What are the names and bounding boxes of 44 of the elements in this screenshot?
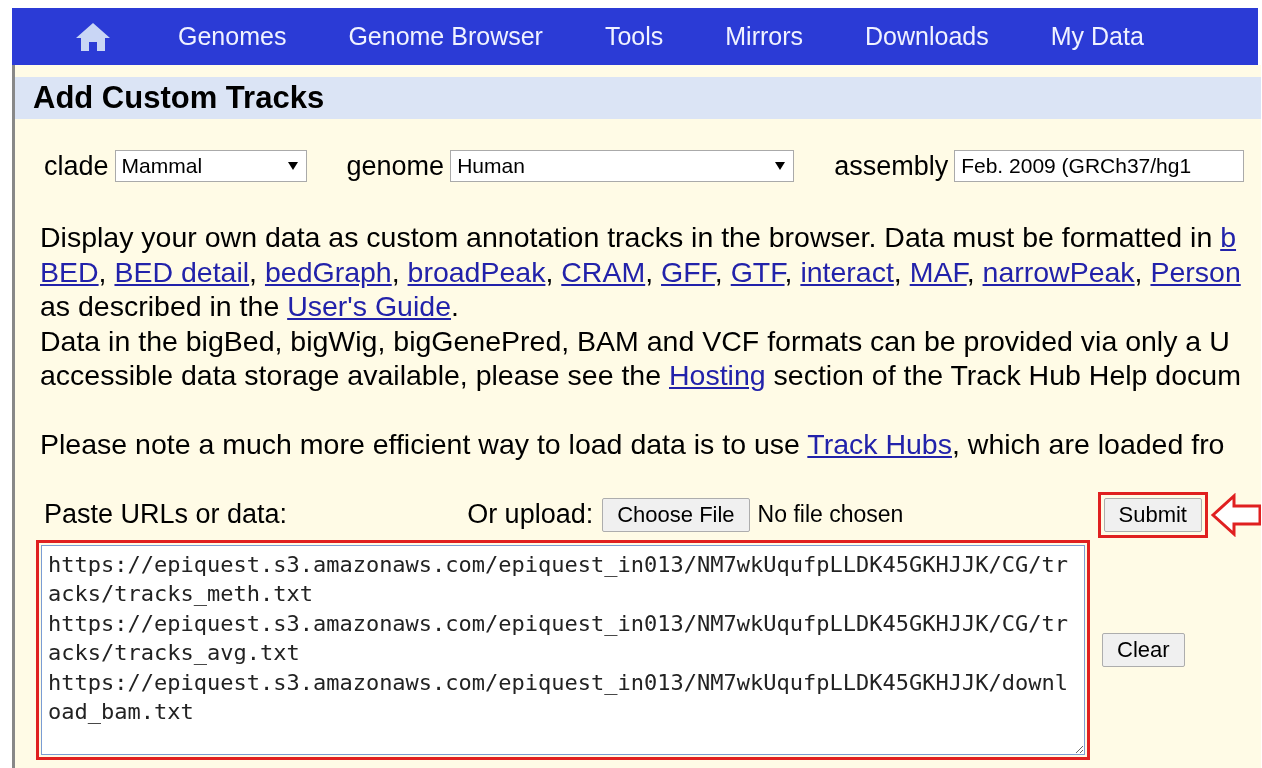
- submit-button[interactable]: Submit: [1103, 497, 1202, 532]
- link[interactable]: GFF: [661, 255, 715, 288]
- link[interactable]: b: [1220, 221, 1237, 253]
- selector-label: genome: [346, 150, 445, 182]
- selector-label: clade: [44, 150, 109, 182]
- nav-link[interactable]: Downloads: [865, 22, 989, 51]
- link[interactable]: BED detail: [114, 255, 250, 288]
- selector-label: assembly: [834, 150, 949, 182]
- link[interactable]: Person: [1150, 255, 1241, 288]
- link[interactable]: GTF: [730, 255, 785, 288]
- link[interactable]: narrowPeak: [982, 255, 1135, 288]
- caret-icon: [287, 162, 298, 170]
- page-title: Add Custom Tracks: [33, 80, 325, 116]
- home-icon[interactable]: [74, 20, 112, 53]
- nav-link[interactable]: Mirrors: [725, 22, 804, 51]
- nav-link[interactable]: Genomes: [178, 22, 287, 51]
- description-text: BED, BED detail, bedGraph, broadPeak, CRAM, GFF, GTF, interact, MAF, narrowPeak, Person: [40, 254, 1242, 289]
- nav-link[interactable]: My Data: [1050, 22, 1144, 51]
- description-text: as described in the User's Guide.: [40, 289, 460, 324]
- paste-label: Paste URLs or data:: [44, 499, 288, 530]
- description-text: Please note a much more efficient way to load data is to use Track Hubs, which are loaded fro: [40, 427, 1226, 462]
- link[interactable]: Hosting: [669, 359, 766, 391]
- caret-icon: [775, 162, 786, 170]
- link[interactable]: MAF: [909, 255, 967, 288]
- dropdown[interactable]: Mammal: [114, 150, 307, 182]
- file-status: No file chosen: [757, 501, 904, 528]
- link[interactable]: User's Guide: [287, 290, 451, 322]
- dropdown[interactable]: Feb. 2009 (GRCh37/hg1: [954, 150, 1245, 182]
- dropdown[interactable]: Human: [450, 150, 795, 182]
- nav-link[interactable]: Genome Browser: [348, 22, 543, 51]
- link[interactable]: bedGraph: [264, 255, 392, 288]
- link[interactable]: BED: [40, 255, 99, 288]
- upload-label: Or upload:: [467, 499, 594, 530]
- link[interactable]: CRAM: [561, 255, 646, 288]
- link[interactable]: Track Hubs: [807, 428, 952, 460]
- choose-file-button[interactable]: Choose File: [602, 497, 750, 532]
- description-text: Data in the bigBed, bigWig, bigGenePred, BAM and VCF formats can be provided via only a U: [40, 323, 1231, 358]
- description-text: accessible data storage available, please see the Hosting section of the Track Hub Help docum: [40, 358, 1242, 393]
- description-text: Display your own data as custom annotation tracks in the browser. Data must be formatted in b: [40, 220, 1238, 255]
- link[interactable]: interact: [800, 255, 894, 288]
- data-input-field[interactable]: https://epiquest.s3.amazonaws.com/epiquest_in013/NM7wkUqufpLLDK45GKHJJK/CG/tracks/tracks_meth.txt https://epiquest.s3.amazonaws.com/epiquest_in013/NM7wkUqufpLLDK45GKHJJK/CG/tracks/tracks_avg.txt https://epiquest.s3.amazonaws.com/epiquest_in013/NM7wkUqufpLLDK45GKHJJK/download_bam.txt: [41, 544, 1085, 755]
- nav-link[interactable]: Tools: [604, 22, 664, 51]
- link[interactable]: broadPeak: [407, 255, 546, 288]
- clear-button[interactable]: Clear: [1102, 632, 1185, 667]
